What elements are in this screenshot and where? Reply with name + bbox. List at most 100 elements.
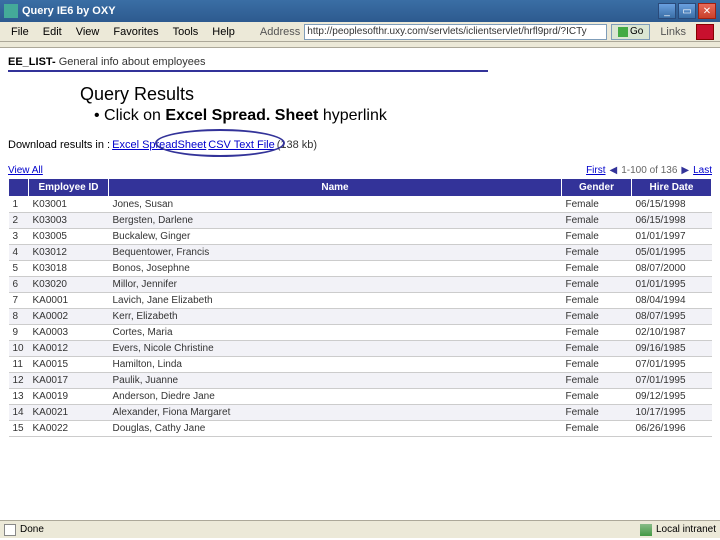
window-controls: _ ▭ ✕ [658,3,716,19]
cell-name: Lavich, Jane Elizabeth [109,293,562,309]
cell-empid: K03020 [29,277,109,293]
table-row[interactable]: 12KA0017Paulik, JuanneFemale07/01/1995 [9,373,712,389]
menu-favorites[interactable]: Favorites [106,24,165,40]
cell-empid: K03018 [29,261,109,277]
cell-hire: 06/15/1998 [632,213,712,229]
cell-name: Paulik, Juanne [109,373,562,389]
table-row[interactable]: 3K03005Buckalew, GingerFemale01/01/1997 [9,229,712,245]
cell-rownum: 10 [9,341,29,357]
go-arrow-icon [618,27,628,37]
cell-rownum: 15 [9,421,29,437]
excel-link[interactable]: Excel SpreadSheet [112,139,206,151]
cell-empid: KA0019 [29,389,109,405]
table-row[interactable]: 5K03018Bonos, JosephneFemale08/07/2000 [9,261,712,277]
cell-hire: 08/07/2000 [632,261,712,277]
go-label: Go [630,26,643,37]
table-row[interactable]: 6K03020Millor, JenniferFemale01/01/1995 [9,277,712,293]
menu-view[interactable]: View [69,24,107,40]
menu-edit[interactable]: Edit [36,24,69,40]
cell-empid: K03001 [29,197,109,213]
cell-name: Cortes, Maria [109,325,562,341]
annotation-text-pre: Click on [104,107,165,124]
cell-name: Bequentower, Francis [109,245,562,261]
cell-rownum: 8 [9,309,29,325]
window-title: Query IE6 by OXY [22,5,658,17]
cell-name: Millor, Jennifer [109,277,562,293]
cell-gender: Female [562,261,632,277]
links-label[interactable]: Links [654,26,692,38]
cell-hire: 09/12/1995 [632,389,712,405]
cell-empid: KA0001 [29,293,109,309]
header-rownum [9,179,29,197]
cell-rownum: 12 [9,373,29,389]
annotation-text-bold: Excel Spread. Sheet [165,107,318,124]
table-row[interactable]: 1K03001Jones, SusanFemale06/15/1998 [9,197,712,213]
annotation-title: Query Results [80,84,650,105]
maximize-button[interactable]: ▭ [678,3,696,19]
cell-rownum: 9 [9,325,29,341]
header-empid[interactable]: Employee ID [29,179,109,197]
cell-empid: KA0002 [29,309,109,325]
cell-rownum: 4 [9,245,29,261]
minimize-button[interactable]: _ [658,3,676,19]
cell-empid: K03005 [29,229,109,245]
table-row[interactable]: 8KA0002Kerr, ElizabethFemale08/07/1995 [9,309,712,325]
address-input[interactable] [304,24,607,40]
table-row[interactable]: 10KA0012Evers, Nicole ChristineFemale09/… [9,341,712,357]
menu-tools[interactable]: Tools [166,24,206,40]
table-row[interactable]: 7KA0001Lavich, Jane ElizabethFemale08/04… [9,293,712,309]
pagination-nav: First ◀ 1-100 of 136 ▶ Last [586,165,712,176]
cell-hire: 01/01/1997 [632,229,712,245]
table-row[interactable]: 9KA0003Cortes, MariaFemale02/10/1987 [9,325,712,341]
table-row[interactable]: 11KA0015Hamilton, LindaFemale07/01/1995 [9,357,712,373]
cell-hire: 08/04/1994 [632,293,712,309]
page-title: General info about employees [59,56,206,68]
annotation-overlay: Query Results Click on Excel Spread. She… [70,82,660,131]
cell-rownum: 6 [9,277,29,293]
menu-file[interactable]: File [4,24,36,40]
cell-hire: 07/01/1995 [632,357,712,373]
table-header-row: Employee ID Name Gender Hire Date [9,179,712,197]
header-hire[interactable]: Hire Date [632,179,712,197]
table-row[interactable]: 13KA0019Anderson, Diedre JaneFemale09/12… [9,389,712,405]
row-counter: 1-100 of 136 [621,165,677,176]
download-size: (138 kb) [277,139,317,151]
menu-help[interactable]: Help [205,24,242,40]
cell-gender: Female [562,373,632,389]
download-row: Download results in : Excel SpreadSheet … [0,135,720,153]
address-label: Address [260,26,300,38]
download-prefix: Download results in : [8,139,110,151]
cell-gender: Female [562,405,632,421]
cell-gender: Female [562,309,632,325]
cell-gender: Female [562,213,632,229]
cell-hire: 09/16/1985 [632,341,712,357]
cell-empid: KA0022 [29,421,109,437]
annotation-text-post: hyperlink [318,107,386,124]
cell-gender: Female [562,341,632,357]
go-button[interactable]: Go [611,24,650,40]
csv-link[interactable]: CSV Text File [208,139,274,151]
close-button[interactable]: ✕ [698,3,716,19]
cell-hire: 10/17/1995 [632,405,712,421]
header-divider [8,70,488,72]
header-name[interactable]: Name [109,179,562,197]
table-row[interactable]: 2K03003Bergsten, DarleneFemale06/15/1998 [9,213,712,229]
status-bar: Done Local intranet [0,520,720,538]
brand-logo-icon [696,24,714,40]
first-link[interactable]: First [586,165,605,176]
window-titlebar: Query IE6 by OXY _ ▭ ✕ [0,0,720,22]
page-header: EE_LIST- General info about employees [0,48,720,76]
cell-empid: KA0012 [29,341,109,357]
last-link[interactable]: Last [693,165,712,176]
table-row[interactable]: 15KA0022Douglas, Cathy JaneFemale06/26/1… [9,421,712,437]
prev-arrow-icon[interactable]: ◀ [610,165,618,176]
page-title-prefix: EE_LIST- [8,56,59,68]
table-row[interactable]: 14KA0021Alexander, Fiona MargaretFemale1… [9,405,712,421]
header-gender[interactable]: Gender [562,179,632,197]
cell-name: Evers, Nicole Christine [109,341,562,357]
cell-gender: Female [562,277,632,293]
cell-gender: Female [562,197,632,213]
table-row[interactable]: 4K03012Bequentower, FrancisFemale05/01/1… [9,245,712,261]
next-arrow-icon[interactable]: ▶ [681,165,689,176]
view-all-link[interactable]: View All [8,165,43,176]
